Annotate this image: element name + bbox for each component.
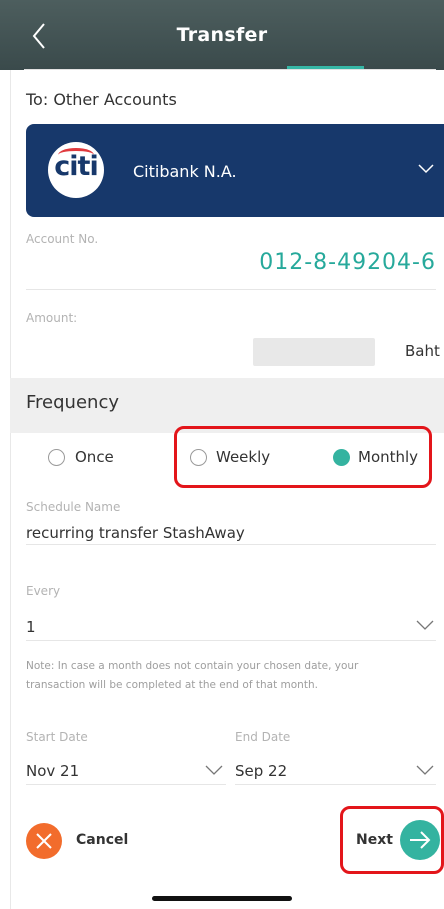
start-date-underline bbox=[26, 784, 226, 785]
end-date-underline bbox=[235, 784, 436, 785]
citi-logo: citi bbox=[48, 142, 104, 198]
content-edge bbox=[10, 70, 11, 909]
start-date-label: Start Date bbox=[26, 730, 88, 744]
chevron-down-icon[interactable] bbox=[415, 763, 435, 777]
schedule-underline bbox=[26, 544, 436, 545]
home-indicator[interactable] bbox=[152, 896, 292, 901]
end-date-label: End Date bbox=[235, 730, 291, 744]
chevron-down-icon[interactable] bbox=[416, 158, 436, 178]
recipient-type-label: To: Other Accounts bbox=[26, 90, 177, 109]
radio-weekly-label[interactable]: Weekly bbox=[216, 448, 270, 466]
schedule-name-label: Schedule Name bbox=[26, 500, 121, 514]
chevron-down-icon[interactable] bbox=[204, 763, 224, 777]
start-date-select[interactable]: Nov 21 bbox=[26, 762, 79, 780]
close-icon bbox=[36, 833, 52, 849]
page-title: Transfer bbox=[176, 24, 268, 46]
note-text: Note: In case a month does not contain y… bbox=[26, 660, 359, 691]
account-number-label: Account No. bbox=[26, 232, 99, 246]
amount-currency: Baht bbox=[405, 342, 440, 360]
radio-once[interactable] bbox=[48, 449, 65, 466]
radio-weekly[interactable] bbox=[190, 449, 207, 466]
next-label[interactable]: Next bbox=[356, 832, 393, 848]
every-label: Every bbox=[26, 584, 61, 598]
radio-once-label[interactable]: Once bbox=[75, 448, 114, 466]
bank-selector[interactable]: citi Citibank N.A. bbox=[26, 124, 444, 217]
citi-logo-text: citi bbox=[54, 151, 98, 182]
frequency-title: Frequency bbox=[26, 392, 119, 413]
amount-label: Amount: bbox=[26, 311, 78, 325]
amount-input[interactable] bbox=[253, 338, 375, 366]
divider bbox=[24, 69, 436, 70]
end-date-select[interactable]: Sep 22 bbox=[235, 762, 287, 780]
radio-monthly-label[interactable]: Monthly bbox=[358, 448, 418, 466]
cancel-button[interactable] bbox=[26, 823, 62, 859]
next-button[interactable] bbox=[400, 820, 440, 860]
every-underline bbox=[26, 640, 436, 641]
account-underline bbox=[26, 289, 436, 290]
radio-monthly[interactable] bbox=[333, 449, 350, 466]
every-select[interactable]: 1 bbox=[26, 618, 36, 636]
app-header: Transfer bbox=[0, 0, 444, 70]
schedule-name-input[interactable]: recurring transfer StashAway bbox=[26, 524, 245, 542]
bank-name: Citibank N.A. bbox=[133, 162, 237, 181]
chevron-down-icon[interactable] bbox=[415, 618, 435, 632]
arrow-right-icon bbox=[410, 831, 431, 849]
cancel-label[interactable]: Cancel bbox=[76, 832, 128, 848]
account-number-value: 012-8-49204-6 bbox=[259, 250, 436, 275]
